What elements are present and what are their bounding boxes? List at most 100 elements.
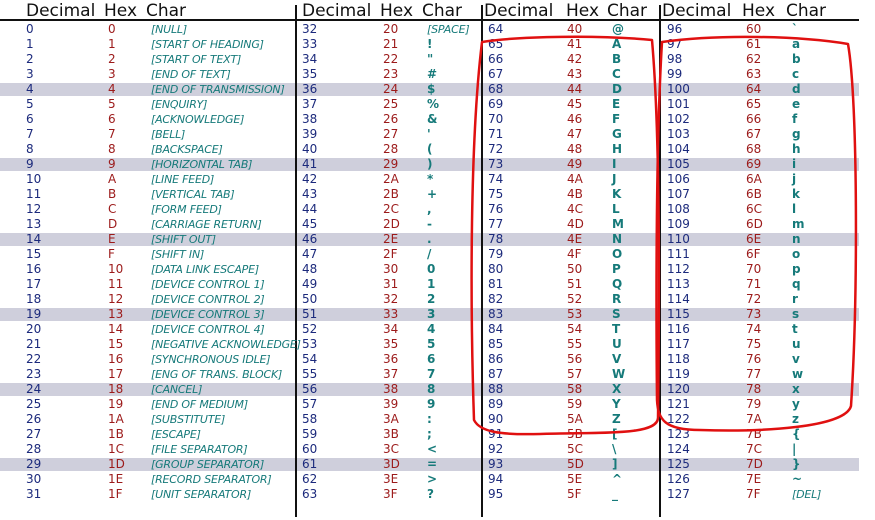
decimal-value: 114	[667, 292, 690, 306]
hex-value: 7C	[746, 442, 763, 456]
char-value: p	[792, 262, 801, 276]
decimal-value: 111	[667, 247, 690, 261]
hex-value: 71	[746, 277, 762, 291]
char-value: J	[612, 172, 617, 186]
hex-value: 1D	[108, 457, 125, 471]
hex-value: 37	[383, 367, 399, 381]
decimal-value: 23	[26, 367, 42, 381]
char-value: &	[427, 112, 438, 126]
char-value: N	[612, 232, 622, 246]
hex-value: 6D	[746, 217, 763, 231]
decimal-value: 32	[302, 22, 318, 36]
char-value: [DEVICE CONTROL 2]	[151, 293, 265, 306]
decimal-value: 80	[488, 262, 504, 276]
decimal-value: 97	[667, 37, 683, 51]
decimal-value: 109	[667, 217, 690, 231]
decimal-value: 103	[667, 127, 690, 141]
char-value: 2	[427, 292, 436, 306]
char-value: w	[792, 367, 803, 381]
hex-value: F	[108, 247, 115, 261]
char-value: )	[427, 157, 433, 171]
decimal-value: 33	[302, 37, 318, 51]
header-hex: Hex	[104, 1, 138, 21]
hex-value: 67	[746, 127, 762, 141]
decimal-value: 51	[302, 307, 318, 321]
decimal-value: 49	[302, 277, 318, 291]
hex-value: 58	[567, 382, 583, 396]
char-value: G	[612, 127, 622, 141]
char-value: n	[792, 232, 801, 246]
decimal-value: 57	[302, 397, 318, 411]
hex-value: 35	[383, 337, 399, 351]
hex-value: 46	[567, 112, 583, 126]
decimal-value: 34	[302, 52, 318, 66]
hex-value: 40	[567, 22, 583, 36]
hex-value: 3D	[383, 457, 400, 471]
hex-value: 4F	[567, 247, 582, 261]
decimal-value: 94	[488, 472, 504, 486]
char-value: ]	[612, 457, 618, 471]
hex-value: 7A	[746, 412, 762, 426]
hex-value: 73	[746, 307, 762, 321]
decimal-value: 45	[302, 217, 318, 231]
char-value: z	[792, 412, 799, 426]
hex-value: 3C	[383, 442, 400, 456]
hex-value: 52	[567, 292, 583, 306]
decimal-value: 61	[302, 457, 318, 471]
decimal-value: 12	[26, 202, 42, 216]
decimal-value: 100	[667, 82, 690, 96]
decimal-value: 82	[488, 292, 504, 306]
char-value: [DEVICE CONTROL 3]	[151, 308, 265, 321]
hex-value: 34	[383, 322, 399, 336]
decimal-value: 76	[488, 202, 504, 216]
char-value: _	[612, 487, 618, 501]
decimal-value: 10	[26, 172, 42, 186]
char-value: i	[792, 157, 796, 171]
header-hex: Hex	[566, 1, 600, 21]
decimal-value: 121	[667, 397, 690, 411]
hex-value: 25	[383, 97, 399, 111]
decimal-value: 83	[488, 307, 504, 321]
hex-value: 5	[108, 97, 116, 111]
hex-value: 18	[108, 382, 124, 396]
decimal-value: 123	[667, 427, 690, 441]
decimal-value: 39	[302, 127, 318, 141]
decimal-value: 43	[302, 187, 318, 201]
decimal-value: 25	[26, 397, 42, 411]
hex-value: 55	[567, 337, 583, 351]
char-value: T	[612, 322, 620, 336]
decimal-value: 124	[667, 442, 690, 456]
decimal-value: 127	[667, 487, 690, 501]
char-value: !	[427, 37, 433, 51]
char-value: [DEL]	[792, 488, 822, 501]
hex-value: 53	[567, 307, 583, 321]
hex-value: 5C	[567, 442, 584, 456]
hex-value: 42	[567, 52, 583, 66]
char-value: [NULL]	[151, 23, 187, 36]
hex-value: 21	[383, 37, 399, 51]
char-value: `	[792, 22, 798, 36]
decimal-value: 55	[302, 367, 318, 381]
hex-value: 5A	[567, 412, 583, 426]
hex-value: B	[108, 187, 117, 201]
decimal-value: 46	[302, 232, 318, 246]
char-value: 1	[427, 277, 436, 291]
char-value: V	[612, 352, 622, 366]
hex-value: E	[108, 232, 116, 246]
char-value: [SPACE]	[427, 23, 470, 36]
decimal-value: 26	[26, 412, 42, 426]
char-value: 7	[427, 367, 436, 381]
hex-value: 26	[383, 112, 399, 126]
header-decimal: Decimal	[662, 1, 732, 21]
decimal-value: 92	[488, 442, 504, 456]
char-value: d	[792, 82, 801, 96]
char-value: [FORM FEED]	[151, 203, 222, 216]
char-value: >	[427, 472, 437, 486]
decimal-value: 24	[26, 382, 42, 396]
decimal-value: 65	[488, 37, 504, 51]
char-value: s	[792, 307, 799, 321]
char-value: [START OF HEADING]	[151, 38, 264, 51]
char-value: [NEGATIVE ACKNOWLEDGE]	[151, 338, 301, 351]
hex-value: 11	[108, 277, 124, 291]
hex-value: 6	[108, 112, 116, 126]
